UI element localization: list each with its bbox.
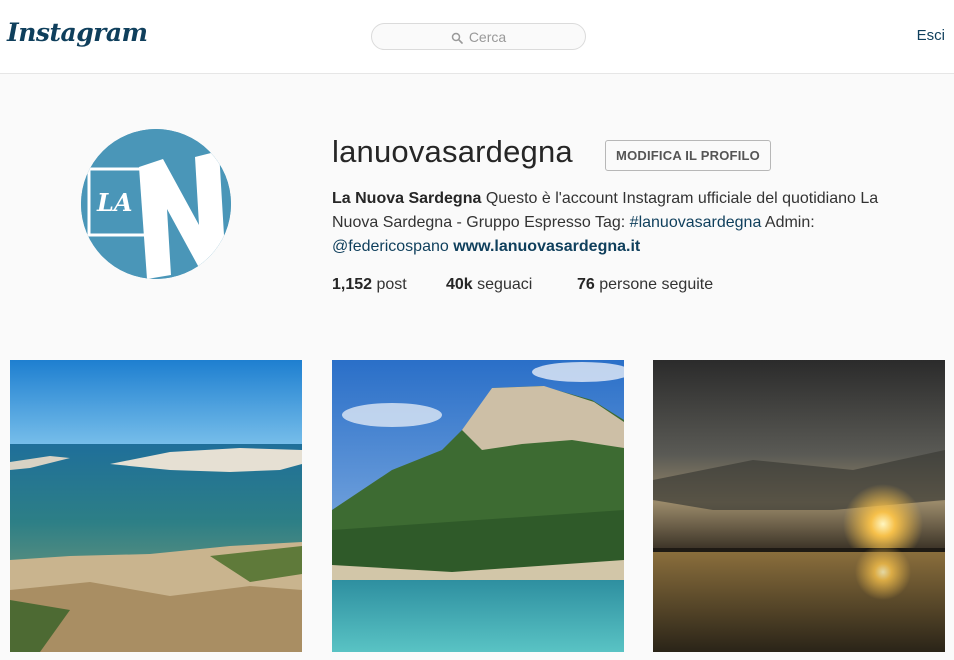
followers-count: 40k	[446, 276, 473, 293]
search-placeholder: Cerca	[468, 28, 507, 45]
followers-label: seguaci	[477, 276, 533, 293]
profile-bio: La Nuova Sardegna Questo è l'account Ins…	[332, 187, 912, 259]
following-count: 76	[577, 276, 595, 293]
svg-text:LA: LA	[96, 188, 133, 217]
edit-profile-button[interactable]: MODIFICA IL PROFILO	[605, 140, 771, 171]
bio-mention-link[interactable]: @federicospano	[332, 238, 449, 255]
search-input[interactable]: Cerca	[371, 23, 586, 50]
following-stat[interactable]: 76 persone seguite	[577, 276, 713, 294]
followers-stat[interactable]: 40k seguaci	[446, 276, 532, 294]
post-thumbnail[interactable]	[332, 360, 624, 652]
post-thumbnail[interactable]	[10, 360, 302, 652]
logout-link[interactable]: Esci	[917, 27, 945, 44]
profile-full-name: La Nuova Sardegna	[332, 190, 482, 207]
bio-hashtag-link[interactable]: #lanuovasardegna	[630, 214, 762, 231]
following-label: persone seguite	[599, 276, 714, 293]
search-icon	[451, 31, 463, 44]
profile-avatar[interactable]: LA	[81, 129, 231, 279]
bio-admin-label: Admin:	[764, 214, 815, 231]
instagram-logo[interactable]: Instagram	[7, 18, 148, 47]
website-link[interactable]: www.lanuovasardegna.it	[453, 238, 640, 255]
posts-count: 1,152	[332, 276, 373, 293]
posts-stat: 1,152 post	[332, 276, 407, 294]
profile-username: lanuovasardegna	[332, 134, 573, 169]
post-thumbnail[interactable]	[653, 360, 945, 652]
top-navbar: Instagram Cerca Esci	[0, 0, 954, 74]
posts-label: post	[376, 276, 407, 293]
